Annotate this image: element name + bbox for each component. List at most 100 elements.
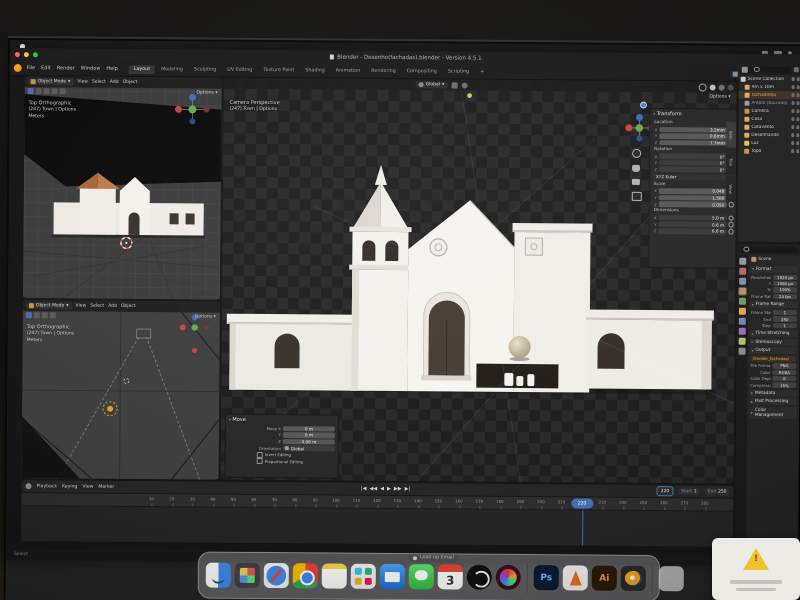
section-format[interactable]: ▾Format: [750, 265, 798, 272]
topbar-menu-file[interactable]: File: [27, 65, 35, 71]
dock-app-record[interactable]: [467, 565, 492, 590]
dock-app-trash[interactable]: [659, 566, 684, 591]
dock-app-creative-cloud[interactable]: [496, 565, 521, 590]
perspective-toggle-icon[interactable]: [632, 192, 642, 201]
cursor-tool-icon[interactable]: [34, 312, 40, 318]
workspace-tab-+[interactable]: +: [475, 67, 489, 76]
checkbox-proportional-editing[interactable]: Proportional Editing: [226, 458, 338, 465]
visibility-icons[interactable]: [791, 133, 800, 137]
properties-tab-6[interactable]: [739, 318, 746, 325]
main-viewport-camera[interactable]: Global▾ Options ▾ Camera Perspective (24…: [221, 78, 737, 484]
dock-app-finder[interactable]: [206, 563, 231, 588]
select-tool-icon[interactable]: [26, 312, 32, 318]
section-stereoscopy[interactable]: ▸Stereoscopy: [750, 339, 798, 346]
viewport-menu-view[interactable]: View: [76, 304, 87, 309]
main-viewport-options[interactable]: Options ▾: [709, 94, 730, 99]
play-reverse-button[interactable]: ◀: [380, 486, 384, 491]
next-keyframe-button[interactable]: ▶▶: [394, 487, 402, 492]
visibility-icons[interactable]: [791, 149, 800, 153]
visibility-icons[interactable]: [791, 109, 800, 113]
outliner-editor-icon[interactable]: [742, 66, 748, 72]
scale-tool-icon[interactable]: [60, 88, 66, 94]
dock-app-calendar[interactable]: 3: [438, 564, 463, 589]
properties-tab-9[interactable]: [739, 348, 746, 355]
proportional-editing-icon[interactable]: [461, 82, 467, 88]
workspace-tab-uv-editing[interactable]: UV Editing: [222, 65, 257, 74]
rendered-shading-icon[interactable]: [728, 84, 734, 90]
visibility-icons[interactable]: [791, 77, 800, 81]
viewport-top-left[interactable]: Object Mode▾ ViewSelectAddObject Options…: [23, 76, 222, 300]
section-output[interactable]: ▾Output: [750, 347, 798, 354]
scale-x-field[interactable]: X0.048: [650, 188, 737, 195]
timeline-tracks-area[interactable]: [21, 506, 733, 547]
timeline-editor-icon[interactable]: [25, 483, 31, 489]
timeline-menu-playback[interactable]: Playback: [36, 484, 57, 489]
close-window-button[interactable]: [15, 52, 20, 57]
wireframe-shading-icon[interactable]: [699, 83, 707, 91]
section-time-stretching[interactable]: ▸Time Stretching: [750, 330, 798, 337]
viewport-b-options[interactable]: Options ▾: [195, 314, 216, 319]
topbar-menu-edit[interactable]: Edit: [41, 65, 51, 71]
visibility-icons[interactable]: [791, 101, 800, 105]
sidebar-tab-tool[interactable]: Tool: [726, 149, 736, 175]
prop-frame-rate[interactable]: Frame Rate24 fps: [748, 293, 800, 300]
dock-app-chrome[interactable]: [293, 563, 318, 588]
dock-app-blender[interactable]: [621, 566, 646, 591]
viewport-menu-select[interactable]: Select: [90, 304, 104, 309]
dock-app-messages[interactable]: [409, 564, 434, 589]
playhead[interactable]: 220: [571, 498, 593, 508]
zoom-window-button[interactable]: [33, 52, 38, 57]
timeline-menu-keying[interactable]: Keying: [62, 484, 77, 489]
dock-app-launchpad[interactable]: [235, 563, 260, 588]
dock-app-photoshop[interactable]: Ps: [534, 565, 559, 590]
rotation-mode-dropdown[interactable]: XYZ Euler▾: [653, 174, 734, 181]
section-post-processing[interactable]: ▸Post Processing: [749, 398, 797, 405]
visibility-icons[interactable]: [791, 117, 800, 121]
section-frame-range[interactable]: ▾Frame Range: [750, 301, 798, 308]
visibility-icons[interactable]: [791, 125, 800, 129]
viewport-menu-select[interactable]: Select: [92, 80, 106, 85]
topbar-menu-render[interactable]: Render: [57, 65, 75, 71]
dock-app-mail[interactable]: [380, 564, 405, 589]
outliner-search[interactable]: [751, 66, 791, 72]
jump-to-end-button[interactable]: ▶|: [405, 487, 411, 492]
play-button[interactable]: ▶: [387, 486, 391, 491]
prop-compression[interactable]: Compression15%: [747, 382, 799, 389]
mode-dropdown[interactable]: Object Mode▾: [28, 78, 74, 85]
properties-tab-5[interactable]: [739, 308, 746, 315]
prop-step[interactable]: Step1: [748, 322, 800, 329]
topbar-menu-window[interactable]: Window: [81, 66, 101, 72]
move-orientation-dropdown[interactable]: Global: [283, 445, 335, 451]
timeline-menu-view[interactable]: View: [82, 484, 93, 489]
frame-end-field[interactable]: End 250: [705, 487, 730, 495]
workspace-tab-scripting[interactable]: Scripting: [443, 67, 474, 76]
snapping-magnet-icon[interactable]: [451, 82, 457, 88]
rotate-tool-icon[interactable]: [52, 88, 58, 94]
dock-app-slack[interactable]: [351, 564, 376, 589]
visibility-icons[interactable]: [791, 141, 800, 145]
workspace-tab-compositing[interactable]: Compositing: [402, 67, 442, 76]
topbar-menu-help[interactable]: Help: [106, 66, 117, 72]
rotation-x-field[interactable]: X0°: [650, 153, 737, 160]
select-tool-icon[interactable]: [28, 88, 34, 94]
properties-search[interactable]: [740, 246, 797, 252]
material-shading-icon[interactable]: [719, 84, 725, 90]
viewport-a-options[interactable]: Options ▾: [196, 90, 217, 95]
section-metadata[interactable]: ▸Metadata: [749, 390, 797, 397]
viewport-menu-object[interactable]: Object: [123, 80, 138, 85]
sidebar-tab-item[interactable]: Item: [726, 122, 736, 148]
properties-tab-0[interactable]: [739, 258, 746, 265]
properties-tab-4[interactable]: [739, 298, 746, 305]
move-tool-icon[interactable]: [42, 312, 48, 318]
dock-app-safari[interactable]: [264, 563, 289, 588]
workspace-tab-shading[interactable]: Shading: [300, 66, 330, 75]
properties-tab-7[interactable]: [739, 328, 746, 335]
viewport-menu-object[interactable]: Object: [121, 304, 136, 309]
rotate-tool-icon[interactable]: [50, 312, 56, 318]
visibility-icons[interactable]: [791, 93, 800, 97]
workspace-tab-texture-paint[interactable]: Texture Paint: [258, 65, 299, 74]
camera-view-icon[interactable]: [632, 179, 640, 185]
viewport-menu-view[interactable]: View: [77, 80, 88, 85]
dimensions-z-field[interactable]: Z6.6 m: [649, 228, 736, 235]
workspace-tab-sculpting[interactable]: Sculpting: [189, 65, 221, 74]
